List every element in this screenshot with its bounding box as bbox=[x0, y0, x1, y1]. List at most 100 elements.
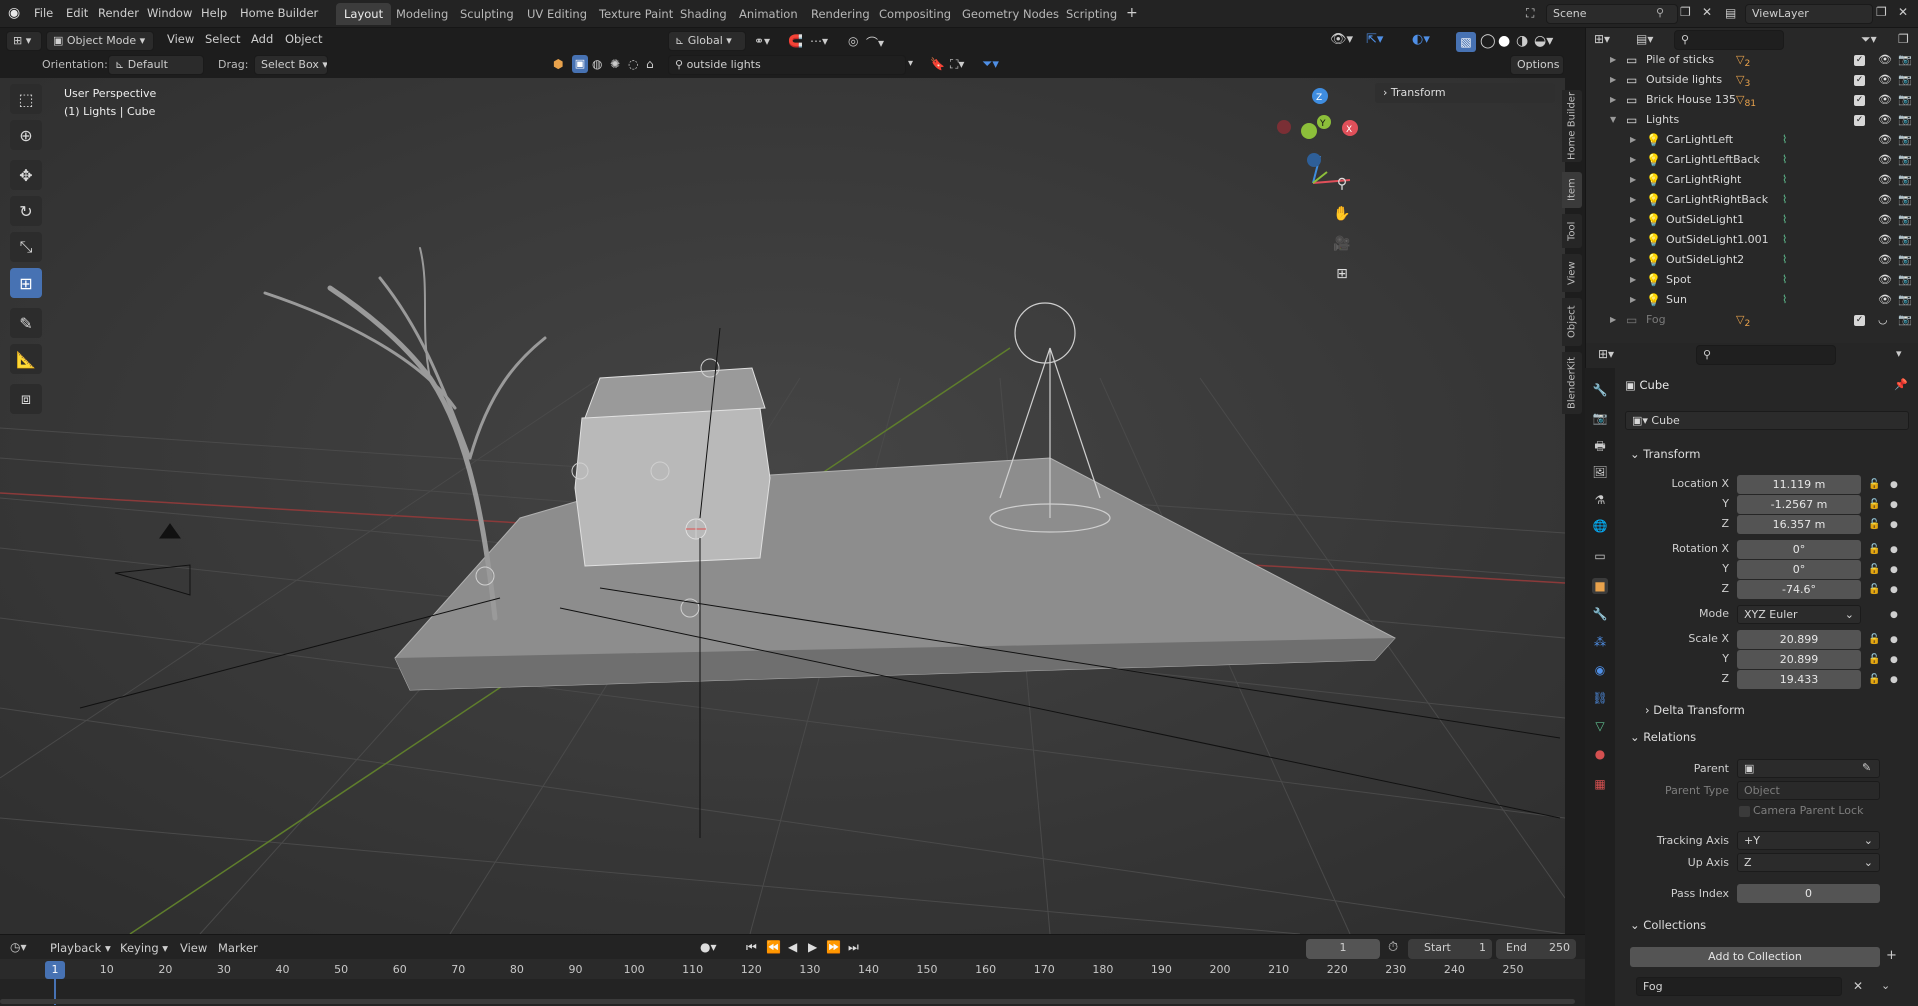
menu-help[interactable]: Help bbox=[201, 6, 227, 20]
relations-section-header[interactable]: ⌄ Relations bbox=[1630, 730, 1696, 744]
outliner-light-row[interactable]: ▶ 💡 Sun ⌇ 👁 📷 bbox=[1586, 290, 1918, 310]
transform-section-header[interactable]: ⌄ Transform bbox=[1630, 447, 1701, 461]
add-cube-tool-icon[interactable]: ⧈ bbox=[10, 384, 42, 414]
tab-texture-paint[interactable]: Texture Paint bbox=[591, 3, 681, 25]
outliner-display-mode-icon[interactable]: ▤▾ bbox=[1636, 32, 1653, 46]
menu-window[interactable]: Window bbox=[147, 6, 192, 20]
render-camera-icon[interactable]: 📷 bbox=[1898, 250, 1912, 270]
lock-icon[interactable]: 🔓 bbox=[1868, 674, 1880, 685]
falloff-icon[interactable]: ⌒▾ bbox=[866, 34, 884, 51]
snap-target-icon[interactable]: ⋯▾ bbox=[810, 34, 828, 48]
keyframe-dot-icon[interactable]: ● bbox=[1890, 610, 1898, 620]
timeline-menu-marker[interactable]: Marker bbox=[218, 941, 258, 955]
up-axis-dropdown[interactable]: Z ⌄ bbox=[1737, 853, 1880, 872]
shading-rendered-icon[interactable]: ◒▾ bbox=[1534, 33, 1553, 49]
expand-arrow-icon[interactable]: ▶ bbox=[1630, 170, 1636, 190]
properties-editor-type-icon[interactable]: ⊞▾ bbox=[1598, 347, 1614, 361]
visibility-eye-icon[interactable]: ◡ bbox=[1878, 310, 1888, 330]
menu-render[interactable]: Render bbox=[98, 6, 139, 20]
expand-arrow-icon[interactable]: ▶ bbox=[1630, 130, 1636, 150]
location-y-field[interactable]: -1.2567 m bbox=[1737, 495, 1861, 514]
expand-arrow-icon[interactable]: ▶ bbox=[1630, 290, 1636, 310]
end-frame-field[interactable]: End 250 bbox=[1496, 939, 1576, 959]
outliner-search-input[interactable]: ⚲ bbox=[1674, 30, 1784, 50]
transform-tool-icon[interactable]: ⊞ bbox=[10, 268, 42, 298]
expand-arrow-icon[interactable]: ▶ bbox=[1630, 190, 1636, 210]
drag-dropdown[interactable]: Select Box ▾ bbox=[254, 55, 328, 75]
snap-icon[interactable]: 🧲 bbox=[788, 34, 803, 48]
exclude-checkbox[interactable]: ✓ bbox=[1854, 95, 1865, 106]
tab-sculpting[interactable]: Sculpting bbox=[452, 3, 522, 25]
jump-start-icon[interactable]: ⏮ bbox=[746, 940, 757, 955]
texture-properties-icon[interactable]: ▦ bbox=[1592, 776, 1608, 792]
view-layer-properties-icon[interactable]: 🖼 bbox=[1592, 464, 1608, 480]
timeline-menu-keying[interactable]: Keying ▾ bbox=[120, 941, 168, 955]
render-camera-icon[interactable]: 📷 bbox=[1898, 230, 1912, 250]
menu-edit[interactable]: Edit bbox=[66, 6, 88, 20]
lock-icon[interactable]: 🔓 bbox=[1868, 499, 1880, 510]
pivot-point-icon[interactable]: ⚭▾ bbox=[754, 34, 770, 48]
outliner-light-row[interactable]: ▶ 💡 OutSideLight2 ⌇ 👁 📷 bbox=[1586, 250, 1918, 270]
render-camera-icon[interactable]: 📷 bbox=[1898, 70, 1912, 90]
timeline-editor-type-icon[interactable]: ◷▾ bbox=[10, 940, 27, 954]
visibility-eye-icon[interactable]: 👁 bbox=[1878, 50, 1892, 70]
add-workspace-button[interactable]: + bbox=[1126, 5, 1138, 21]
shading-solid-icon[interactable]: ● bbox=[1498, 33, 1510, 49]
expand-arrow-icon[interactable]: ▶ bbox=[1610, 310, 1616, 330]
expand-arrow-icon[interactable]: ▶ bbox=[1630, 270, 1636, 290]
world-properties-icon[interactable]: 🌐 bbox=[1592, 518, 1608, 534]
camera-view-icon[interactable]: 🎥 bbox=[1330, 232, 1354, 256]
add-to-collection-button[interactable]: Add to Collection bbox=[1630, 947, 1880, 967]
tab-tool[interactable]: Tool bbox=[1562, 214, 1582, 248]
visibility-eye-icon[interactable]: 👁 bbox=[1878, 170, 1892, 190]
lock-icon[interactable]: 🔓 bbox=[1868, 519, 1880, 530]
render-camera-icon[interactable]: 📷 bbox=[1898, 50, 1912, 70]
orientation-dropdown[interactable]: ⊾ Default bbox=[108, 55, 204, 75]
rotate-tool-icon[interactable]: ↻ bbox=[10, 196, 42, 226]
playhead[interactable]: 1 bbox=[45, 961, 65, 979]
keyframe-dot-icon[interactable]: ● bbox=[1890, 480, 1898, 490]
render-camera-icon[interactable]: 📷 bbox=[1898, 190, 1912, 210]
outliner-editor-type-icon[interactable]: ⊞▾ bbox=[1594, 32, 1610, 46]
expand-arrow-icon[interactable]: ▶ bbox=[1630, 150, 1636, 170]
annotate-tool-icon[interactable]: ✎ bbox=[10, 308, 42, 338]
filter-object-icon[interactable]: ▣ bbox=[572, 55, 588, 73]
visibility-eye-icon[interactable]: 👁 bbox=[1878, 110, 1892, 130]
pan-hand-icon[interactable]: ✋ bbox=[1330, 202, 1354, 226]
select-box-tool-icon[interactable]: ⬚ bbox=[10, 84, 42, 114]
scale-y-field[interactable]: 20.899 bbox=[1737, 650, 1861, 669]
location-z-field[interactable]: 16.357 m bbox=[1737, 515, 1861, 534]
pin-icon[interactable]: 📌 bbox=[1894, 378, 1908, 391]
scene-properties-icon[interactable]: ⚗ bbox=[1592, 492, 1608, 508]
blender-logo-icon[interactable]: ◉ bbox=[8, 5, 20, 21]
expand-arrow-icon[interactable]: ▶ bbox=[1630, 230, 1636, 250]
lock-icon[interactable]: 🔓 bbox=[1868, 584, 1880, 595]
visibility-toggle-icon[interactable]: 👁▾ bbox=[1330, 32, 1353, 47]
tab-animation[interactable]: Animation bbox=[731, 3, 806, 25]
ortho-grid-icon[interactable]: ⊞ bbox=[1330, 262, 1354, 286]
expand-arrow-icon[interactable]: ▶ bbox=[1610, 50, 1616, 70]
properties-search-input[interactable]: ⚲ bbox=[1696, 345, 1836, 365]
collections-section-header[interactable]: ⌄ Collections bbox=[1630, 918, 1706, 932]
filter-mesh-icon[interactable]: ◍ bbox=[592, 57, 602, 71]
cursor-tool-icon[interactable]: ⊕ bbox=[10, 120, 42, 150]
proportional-edit-icon[interactable]: ◎ bbox=[848, 34, 858, 48]
exclude-checkbox[interactable]: ✓ bbox=[1854, 55, 1865, 66]
funnel-filter-icon[interactable]: ⏷▾ bbox=[982, 57, 999, 72]
tab-uv-editing[interactable]: UV Editing bbox=[519, 3, 595, 25]
preview-range-icon[interactable]: ⏱ bbox=[1388, 940, 1398, 955]
keyframe-dot-icon[interactable]: ● bbox=[1890, 565, 1898, 575]
outliner-light-row[interactable]: ▶ 💡 OutSideLight1 ⌇ 👁 📷 bbox=[1586, 210, 1918, 230]
render-camera-icon[interactable]: 📷 bbox=[1898, 110, 1912, 130]
tab-view[interactable]: View bbox=[1562, 254, 1582, 292]
tab-modeling[interactable]: Modeling bbox=[388, 3, 456, 25]
render-camera-icon[interactable]: 📷 bbox=[1898, 130, 1912, 150]
expand-arrow-icon[interactable]: ▼ bbox=[1610, 110, 1616, 130]
tab-item[interactable]: Item bbox=[1562, 172, 1582, 208]
select-filter-icon[interactable]: ⛶▾ bbox=[950, 57, 964, 72]
data-properties-icon[interactable]: ▽ bbox=[1592, 718, 1608, 734]
visibility-eye-icon[interactable]: 👁 bbox=[1878, 210, 1892, 230]
outliner-collection-row[interactable]: ▶ ▭ Fog ▽2 ✓ ◡ 📷 bbox=[1586, 310, 1918, 330]
render-camera-icon[interactable]: 📷 bbox=[1898, 310, 1912, 330]
bookmark-icon[interactable]: 🔖 bbox=[930, 57, 945, 71]
